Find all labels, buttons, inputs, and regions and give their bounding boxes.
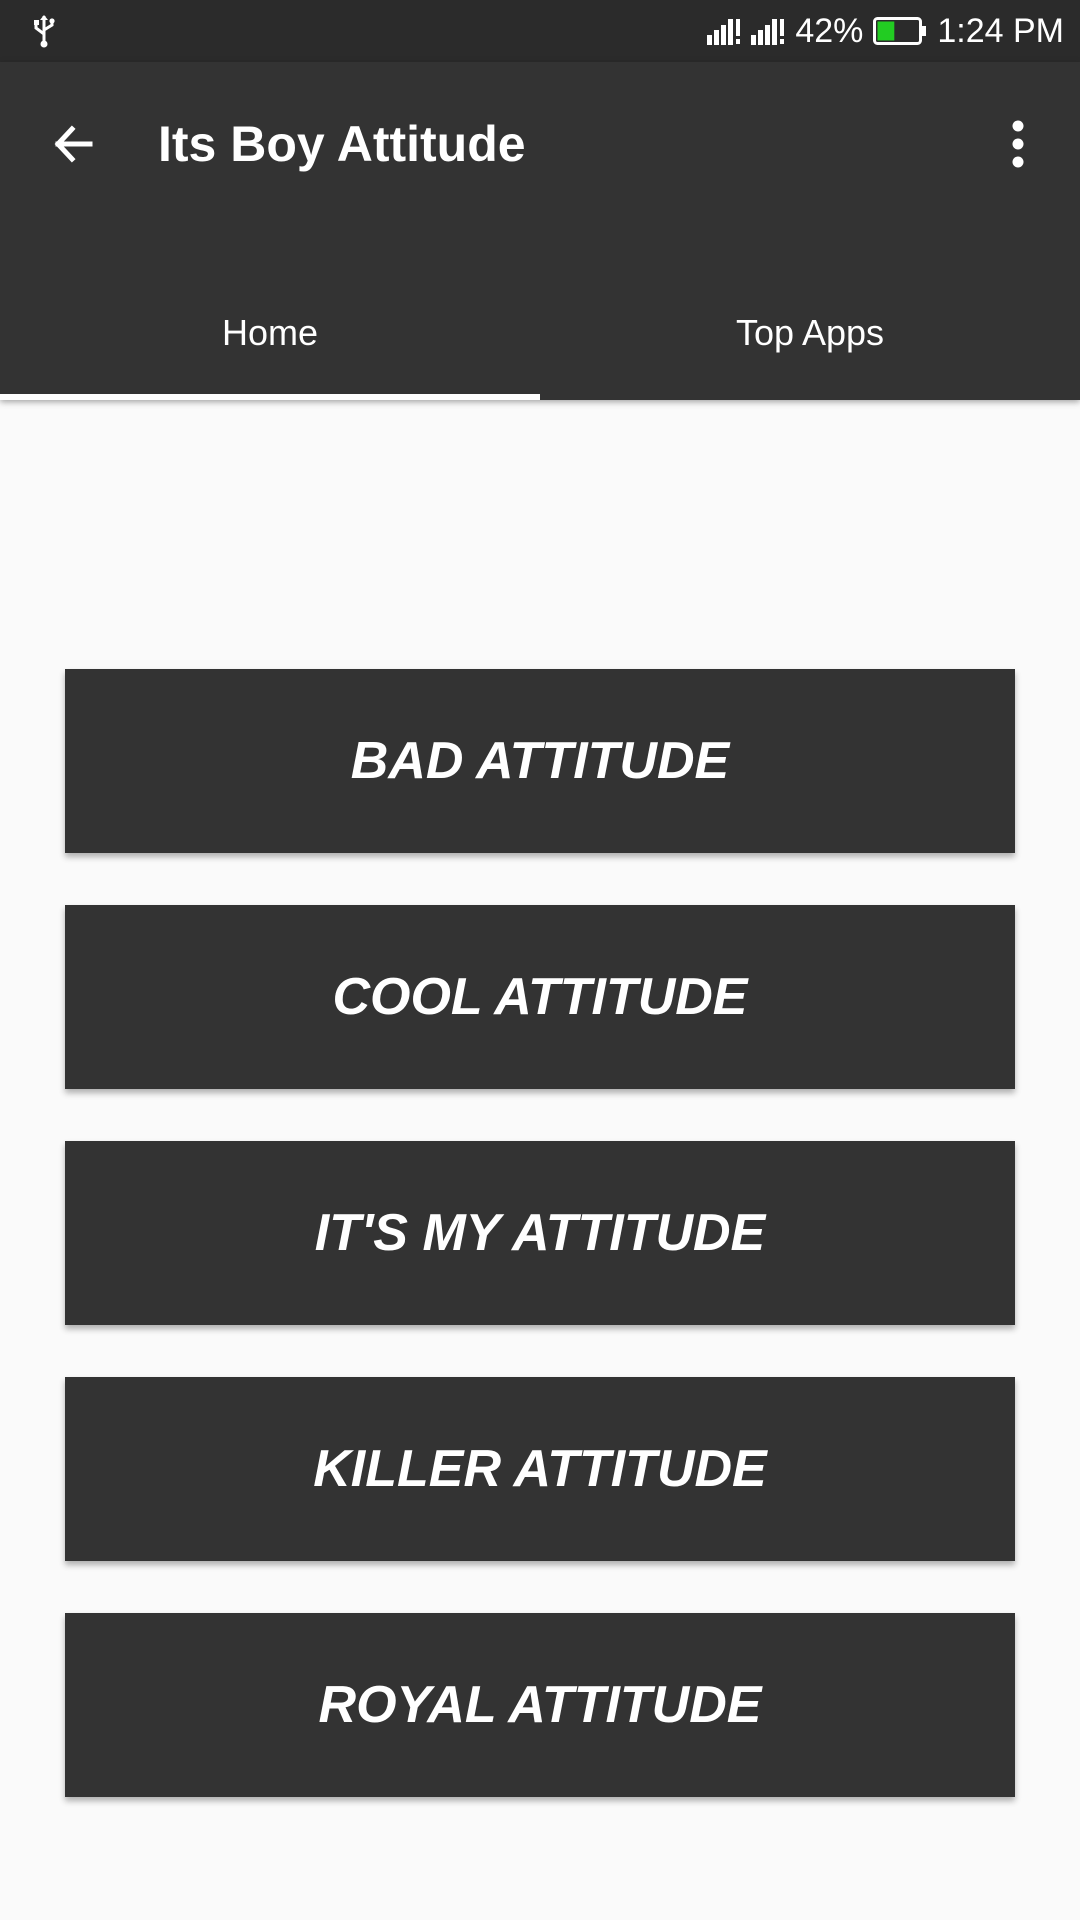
main-content: BAD ATTITUDE COOL ATTITUDE IT'S MY ATTIT…: [0, 400, 1080, 1920]
status-bar: 42% 1:24 PM: [0, 0, 1080, 62]
arrow-back-icon: [54, 125, 93, 163]
its-my-attitude-label: IT'S MY ATTITUDE: [314, 1204, 766, 1262]
cool-attitude-button[interactable]: COOL ATTITUDE: [65, 905, 1015, 1089]
page-title: Its Boy Attitude: [158, 116, 526, 172]
its-my-attitude-button[interactable]: IT'S MY ATTITUDE: [65, 1141, 1015, 1325]
status-icons: 42% 1:24 PM: [707, 0, 1064, 62]
back-button[interactable]: [34, 104, 114, 184]
usb-icon: [34, 15, 55, 48]
royal-attitude-label: ROYAL ATTITUDE: [318, 1676, 762, 1734]
tab-home[interactable]: Home: [0, 266, 540, 400]
app-bar: Its Boy Attitude Home Top Apps: [0, 62, 1080, 400]
more-vert-icon: [1012, 120, 1024, 168]
battery-icon: [873, 17, 927, 45]
tab-bar: Home Top Apps: [0, 266, 1080, 400]
tab-top-apps[interactable]: Top Apps: [540, 266, 1080, 400]
signal-sim2-icon: [751, 19, 785, 45]
tab-home-label: Home: [221, 312, 319, 353]
overflow-menu-button[interactable]: [978, 104, 1058, 184]
cool-attitude-label: COOL ATTITUDE: [332, 968, 748, 1026]
bad-attitude-button[interactable]: BAD ATTITUDE: [65, 669, 1015, 853]
tab-top-apps-label: Top Apps: [735, 312, 885, 353]
battery-percent: 42%: [795, 12, 864, 50]
bad-attitude-label: BAD ATTITUDE: [350, 732, 730, 790]
killer-attitude-button[interactable]: KILLER ATTITUDE: [65, 1377, 1015, 1561]
signal-sim1-icon: [707, 19, 741, 45]
clock: 1:24 PM: [937, 12, 1064, 50]
royal-attitude-button[interactable]: ROYAL ATTITUDE: [65, 1613, 1015, 1797]
killer-attitude-label: KILLER ATTITUDE: [313, 1440, 767, 1498]
